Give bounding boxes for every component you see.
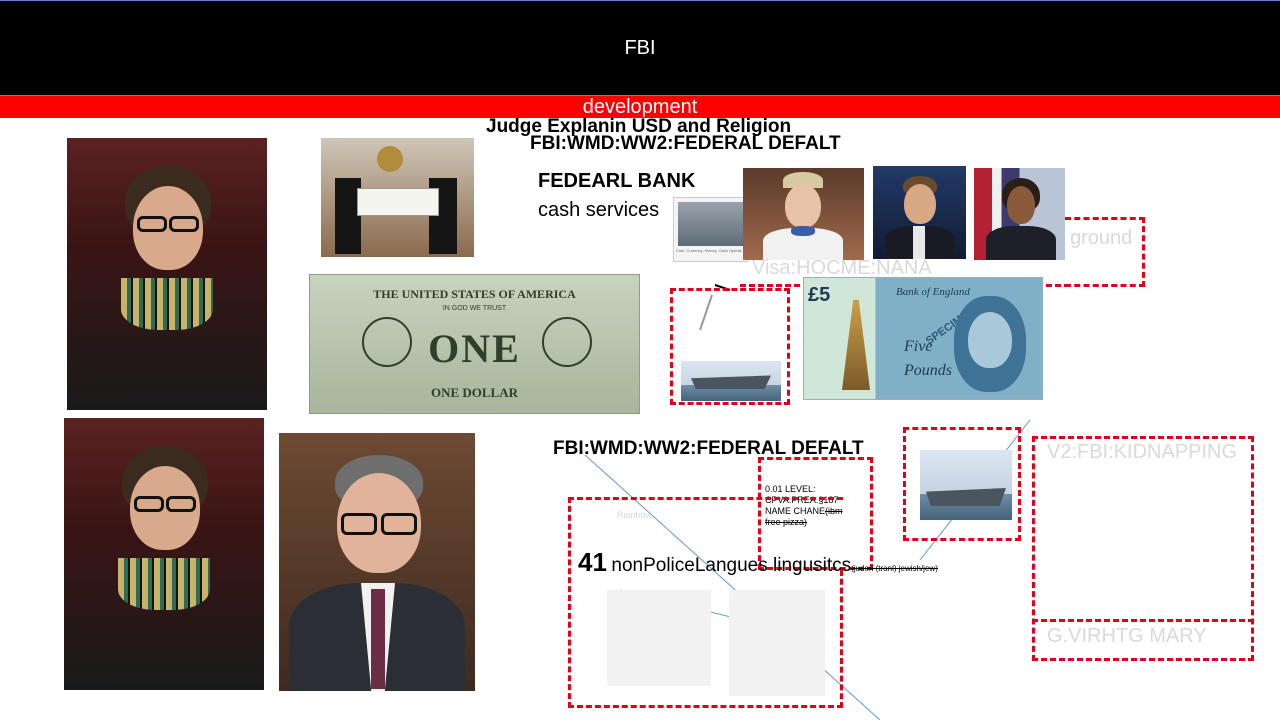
ship-photo-top	[681, 361, 781, 401]
mary-line: G.VIRHTG MARY	[1047, 625, 1207, 647]
languages-box-right	[840, 570, 843, 708]
queen-portrait	[743, 168, 864, 260]
justice-photo-bottom	[64, 418, 264, 690]
kidnapping-box: V2:FBI:KIDNAPPING G.VIRHTG MARY	[1032, 436, 1254, 661]
ship-photo-right	[920, 450, 1012, 520]
economist-portrait	[279, 433, 475, 691]
cash-operations-photo: Coin, Currency, Money, Cash Operat...	[673, 197, 748, 262]
ship-box-top	[670, 288, 790, 405]
pound-value: £5	[808, 284, 831, 306]
languages-text: nonPoliceLangues lingusitcs	[611, 555, 852, 576]
background-fragment: ground	[1070, 227, 1133, 249]
one-dollar-bill: THE UNITED STATES OF AMERICA IN GOD WE T…	[309, 274, 640, 414]
dollar-top-text: THE UNITED STATES OF AMERICA	[373, 287, 576, 301]
cash-caption: Coin, Currency, Money, Cash Operat...	[676, 248, 745, 253]
dollar-center-text: ONE	[428, 326, 521, 371]
pound-bank: Bank of England	[896, 286, 970, 298]
pound-pounds: Pounds	[904, 362, 952, 379]
faded-portrait-right	[729, 590, 825, 696]
ship-box-right	[903, 427, 1021, 541]
governor-portrait	[873, 166, 966, 259]
development-banner: development	[0, 96, 1280, 118]
dollar-bottom-text: ONE DOLLAR	[430, 385, 519, 400]
banner-label: development	[582, 96, 698, 118]
language-count: 41	[578, 547, 607, 577]
faint-caption: Rainbow...	[617, 510, 660, 520]
title-bar: FBI	[0, 0, 1280, 96]
trust-text: IN GOD WE TRUST	[442, 305, 507, 312]
languages-line: 41 nonPoliceLangues lingusitcs(juden (tr…	[578, 547, 938, 578]
slide-title: FBI	[624, 37, 656, 59]
bank-subtitle: cash services	[538, 199, 660, 221]
wmd-headline-top: FBI:WMD:WW2:FEDERAL DEFALT	[530, 133, 841, 154]
secretary-portrait	[974, 168, 1065, 260]
languages-note: (juden (tranl) jewish/jew)	[851, 564, 938, 573]
five-pound-note: £5 Bank of England Five Pounds SPECIMEN	[803, 277, 1043, 400]
languages-box: Rainbow...	[568, 497, 843, 708]
check-ceremony-photo	[321, 138, 474, 257]
level-line-1: 0.01 LEVEL:	[765, 484, 816, 494]
bank-title: FEDEARL BANK	[538, 170, 696, 192]
kidnapping-title: V2:FBI:KIDNAPPING	[1047, 441, 1238, 463]
justice-photo-top	[67, 138, 267, 410]
faded-portrait-left	[607, 590, 711, 686]
